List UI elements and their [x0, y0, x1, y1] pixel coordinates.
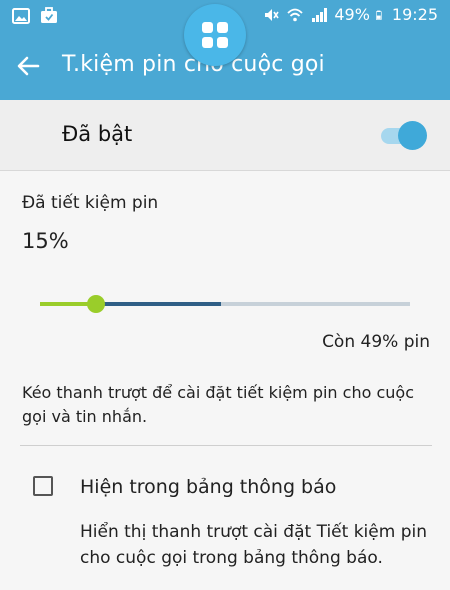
battery-saved-percent: 15%	[22, 229, 69, 253]
battery-icon	[375, 10, 382, 20]
show-in-notification-checkbox[interactable]	[33, 476, 53, 496]
slider-description: Kéo thanh trượt để cài đặt tiết kiệm pin…	[22, 383, 414, 426]
clock: 19:25	[391, 5, 438, 24]
slider-thumb[interactable]	[87, 295, 105, 313]
battery-saved-label: Đã tiết kiệm pin	[22, 193, 159, 213]
divider	[20, 445, 432, 446]
apps-grid-icon	[202, 22, 228, 48]
briefcase-icon	[41, 7, 57, 23]
signal-icon	[312, 7, 328, 22]
battery-percent: 49%	[334, 5, 370, 24]
master-switch-row[interactable]: Đã bật	[0, 100, 450, 171]
image-icon	[12, 8, 30, 24]
back-arrow-icon[interactable]	[14, 52, 42, 80]
battery-saving-slider[interactable]	[40, 292, 412, 316]
remaining-battery-label: Còn 49% pin	[322, 332, 430, 352]
mute-icon	[265, 8, 279, 21]
wifi-icon	[287, 8, 303, 21]
floating-apps-button[interactable]	[184, 4, 246, 66]
master-switch[interactable]	[381, 120, 429, 152]
show-in-notification-label[interactable]: Hiện trong bảng thông báo	[80, 476, 336, 498]
show-in-notification-description: Hiển thị thanh trượt cài đặt Tiết kiệm p…	[80, 522, 427, 568]
switch-thumb	[398, 121, 427, 150]
status-left-icons	[12, 7, 58, 25]
master-switch-label: Đã bật	[62, 122, 133, 146]
status-right-icons: 49% 19:25	[262, 5, 438, 24]
